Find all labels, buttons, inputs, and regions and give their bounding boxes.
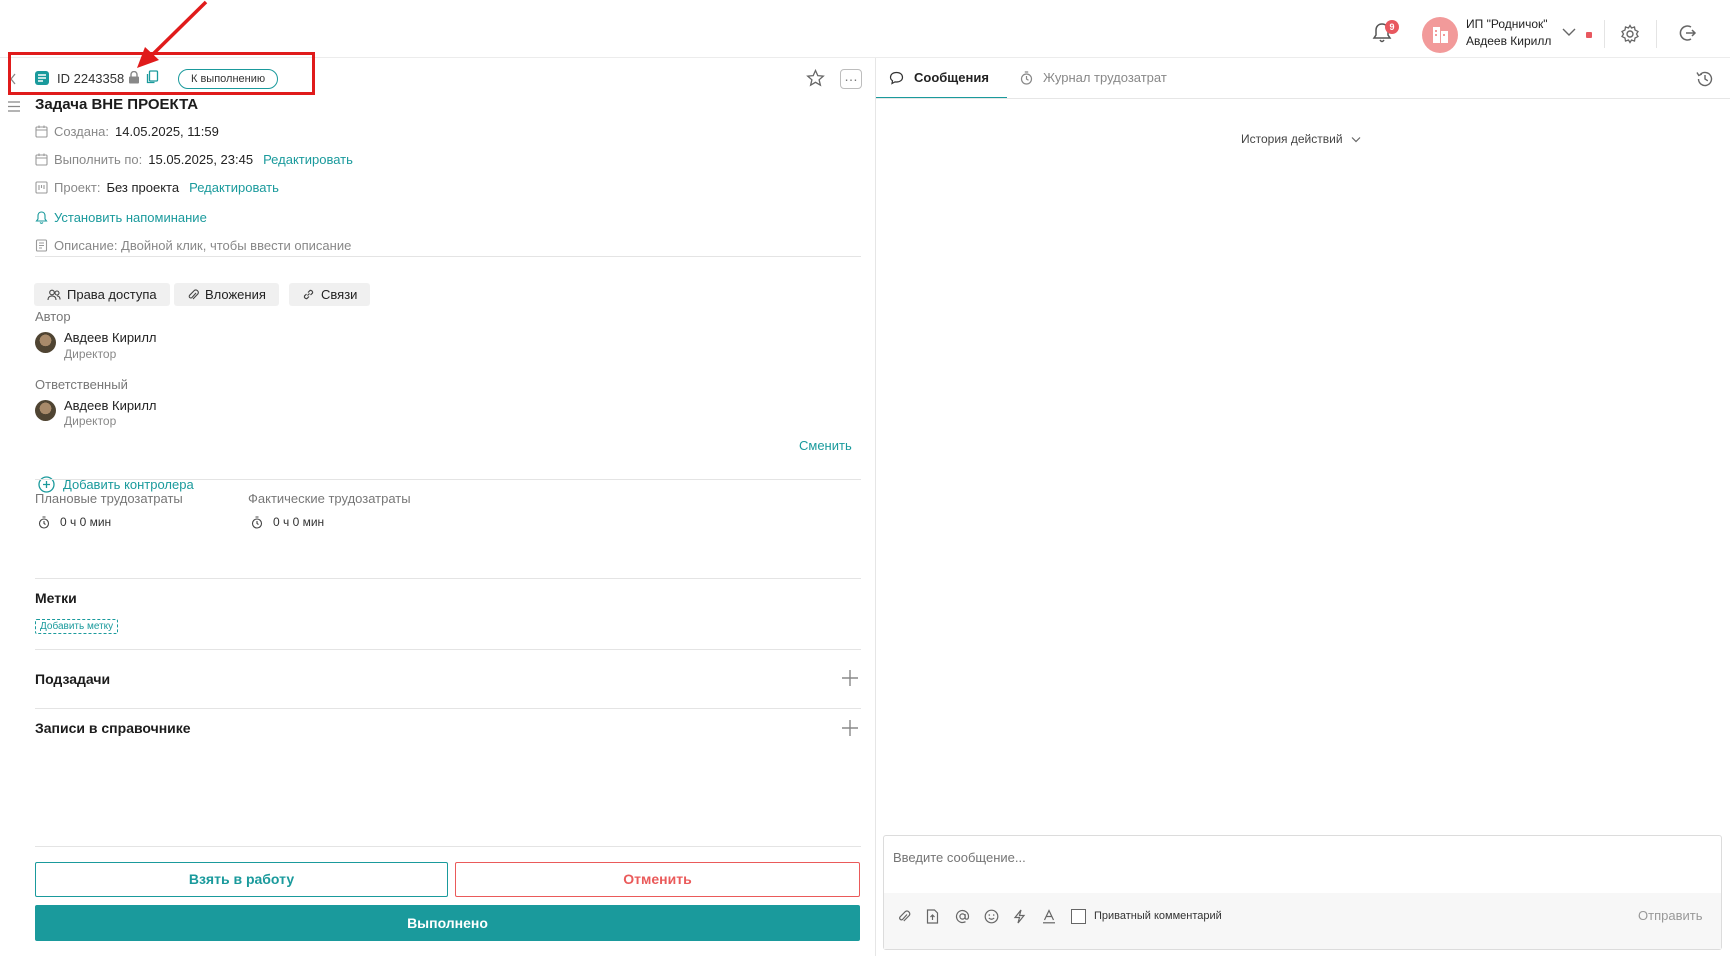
- description-icon: [35, 239, 48, 252]
- avatar[interactable]: [35, 400, 56, 421]
- bell-icon: [35, 211, 48, 224]
- due-row: Выполнить по: 15.05.2025, 23:45 Редактир…: [35, 152, 353, 167]
- users-icon: [47, 289, 61, 301]
- calendar-icon: [35, 125, 48, 138]
- access-rights-button[interactable]: Права доступа: [34, 283, 170, 306]
- due-label: Выполнить по:: [54, 152, 143, 167]
- links-button[interactable]: Связи: [289, 283, 371, 306]
- logout-icon[interactable]: [1677, 23, 1697, 43]
- menu-icon[interactable]: [8, 101, 20, 112]
- send-button[interactable]: Отправить: [1638, 908, 1702, 923]
- chevron-down-icon: [1351, 136, 1361, 143]
- project-label: Проект:: [54, 180, 101, 195]
- stopwatch-icon: [38, 515, 50, 529]
- panel-divider: [875, 58, 876, 956]
- responsible-role: Директор: [64, 414, 117, 428]
- take-to-work-button[interactable]: Взять в работу: [35, 862, 448, 897]
- stopwatch-icon: [1020, 70, 1033, 85]
- description-row[interactable]: Описание: Двойной клик, чтобы ввести опи…: [35, 238, 351, 253]
- divider: [35, 256, 861, 257]
- actual-labor-value[interactable]: 0 ч 0 мин: [251, 515, 324, 529]
- done-button[interactable]: Выполнено: [35, 905, 860, 941]
- divider: [876, 98, 1730, 99]
- author-section-label: Автор: [35, 309, 71, 324]
- calendar-icon: [35, 153, 48, 166]
- cancel-button[interactable]: Отменить: [455, 862, 860, 897]
- add-subtask-plus-icon[interactable]: [841, 669, 859, 687]
- notification-badge: 9: [1385, 20, 1399, 34]
- divider: [35, 578, 861, 579]
- responsible-section-label: Ответственный: [35, 377, 128, 392]
- org-name[interactable]: ИП "Родничок": [1466, 17, 1548, 31]
- planned-labor-text: 0 ч 0 мин: [60, 515, 112, 529]
- private-comment-checkbox[interactable]: [1071, 909, 1086, 924]
- attachments-label: Вложения: [205, 287, 266, 302]
- tab-messages[interactable]: Сообщения: [889, 70, 989, 85]
- avatar[interactable]: [35, 332, 56, 353]
- divider: [35, 708, 861, 709]
- tab-messages-label: Сообщения: [914, 70, 989, 85]
- paperclip-icon[interactable]: [897, 909, 911, 923]
- divider: [35, 479, 861, 480]
- composer-toolbar: [884, 893, 1721, 949]
- actual-labor-label: Фактические трудозатраты: [248, 491, 411, 506]
- project-icon: [35, 181, 48, 194]
- created-row: Создана: 14.05.2025, 11:59: [35, 124, 219, 139]
- responsible-name[interactable]: Авдеев Кирилл: [64, 398, 157, 413]
- tags-heading: Метки: [35, 590, 77, 606]
- due-value: 15.05.2025, 23:45: [148, 152, 254, 167]
- set-reminder-link[interactable]: Установить напоминание: [35, 210, 207, 225]
- edit-project-link[interactable]: Редактировать: [189, 180, 279, 195]
- stopwatch-icon: [251, 515, 263, 529]
- lightning-icon[interactable]: [1013, 909, 1026, 924]
- org-avatar[interactable]: [1422, 17, 1458, 53]
- access-rights-label: Права доступа: [67, 287, 157, 302]
- subtasks-heading: Подзадачи: [35, 671, 111, 687]
- created-label: Создана:: [54, 124, 109, 139]
- divider: [35, 846, 861, 847]
- history-dropdown-label: История действий: [1241, 132, 1343, 146]
- link-icon: [302, 288, 315, 301]
- current-user-name[interactable]: Авдеев Кирилл: [1466, 34, 1551, 48]
- links-label: Связи: [321, 287, 358, 302]
- more-options-button[interactable]: …: [840, 69, 862, 89]
- created-value: 14.05.2025, 11:59: [114, 124, 219, 139]
- task-title[interactable]: Задача ВНЕ ПРОЕКТА: [35, 96, 198, 113]
- star-icon[interactable]: [806, 69, 825, 87]
- directory-records-heading: Записи в справочнике: [35, 720, 191, 736]
- author-role: Директор: [64, 347, 117, 361]
- gear-icon[interactable]: [1620, 24, 1640, 44]
- project-value: Без проекта: [106, 180, 180, 195]
- actual-labor-text: 0 ч 0 мин: [273, 515, 325, 529]
- chat-bubble-icon: [889, 71, 904, 85]
- divider: [35, 649, 861, 650]
- emoji-icon[interactable]: [984, 909, 999, 924]
- tab-labor-log[interactable]: Журнал трудозатрат: [1020, 70, 1167, 85]
- change-responsible-link[interactable]: Сменить: [799, 438, 852, 453]
- paperclip-icon: [187, 288, 199, 301]
- private-comment-label[interactable]: Приватный комментарий: [1094, 910, 1222, 922]
- divider: [1604, 20, 1605, 48]
- status-dot: [1586, 32, 1592, 38]
- action-history-dropdown[interactable]: История действий: [1241, 132, 1361, 146]
- project-row: Проект: Без проекта Редактировать: [35, 180, 279, 195]
- add-directory-record-plus-icon[interactable]: [841, 719, 859, 737]
- attachments-button[interactable]: Вложения: [174, 283, 279, 306]
- description-placeholder[interactable]: Описание: Двойной клик, чтобы ввести опи…: [54, 238, 351, 253]
- history-icon[interactable]: [1695, 69, 1715, 89]
- planned-labor-label: Плановые трудозатраты: [35, 491, 183, 506]
- author-name[interactable]: Авдеев Кирилл: [64, 330, 157, 345]
- mention-icon[interactable]: [955, 909, 970, 924]
- text-format-icon[interactable]: [1042, 909, 1056, 924]
- edit-due-link[interactable]: Редактировать: [263, 152, 353, 167]
- file-upload-icon[interactable]: [926, 909, 939, 924]
- reminder-label[interactable]: Установить напоминание: [54, 210, 207, 225]
- message-input[interactable]: [893, 850, 1593, 865]
- highlight-arrow: [135, 0, 215, 70]
- divider: [1656, 20, 1657, 48]
- chevron-down-icon[interactable]: [1562, 27, 1576, 37]
- tab-labor-log-label: Журнал трудозатрат: [1043, 70, 1167, 85]
- planned-labor-value[interactable]: 0 ч 0 мин: [38, 515, 111, 529]
- add-tag-button[interactable]: Добавить метку: [35, 619, 119, 634]
